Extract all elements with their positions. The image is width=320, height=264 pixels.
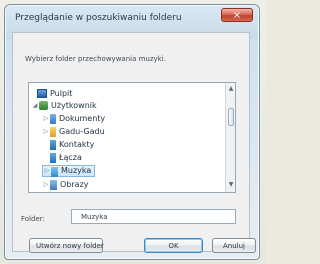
expand-arrow-icon[interactable]: ▷ <box>42 113 50 125</box>
tree-item-gadu-gadu[interactable]: ▷ Gadu-Gadu <box>42 126 105 138</box>
cancel-button[interactable]: Anuluj <box>212 238 256 253</box>
links-folder-icon <box>50 153 56 163</box>
folder-tree-list: Pulpit ◢ Użytkownik ▷ Dokumenty ▷ Gadu-Gadu… <box>29 83 225 192</box>
close-button[interactable]: × <box>221 8 253 22</box>
close-icon: × <box>232 10 242 21</box>
tree-item-label: Łącza <box>59 153 82 162</box>
browse-folder-dialog: Przeglądanie w poszukiwaniu folderu × Wy… <box>4 4 260 260</box>
scroll-thumb[interactable] <box>228 108 234 126</box>
tree-item-obrazy[interactable]: ▷ Obrazy <box>42 179 89 191</box>
screenshot-background: Przeglądanie w poszukiwaniu folderu × Wy… <box>0 0 266 264</box>
new-folder-button[interactable]: Utwórz nowy folder <box>29 238 104 253</box>
folder-name-input[interactable] <box>71 209 236 224</box>
tree-item-label: Obrazy <box>60 180 89 189</box>
tree-item-label: Gadu-Gadu <box>59 127 105 136</box>
folder-icon <box>50 127 56 137</box>
tree-item-label: Kontakty <box>59 140 95 149</box>
tree-item-uzytkownik[interactable]: ◢ Użytkownik <box>31 100 97 112</box>
instruction-text: Wybierz folder przechowywania muzyki. <box>25 55 166 63</box>
folder-label: Folder: <box>21 215 45 223</box>
expand-arrow-icon[interactable]: ▷ <box>43 166 51 176</box>
collapse-arrow-icon[interactable]: ◢ <box>31 100 39 112</box>
tree-item-label: Muzyka <box>61 166 92 175</box>
tree-item-pulpit[interactable]: Pulpit <box>37 88 72 100</box>
folder-tree[interactable]: Pulpit ◢ Użytkownik ▷ Dokumenty ▷ Gadu-Gadu… <box>28 82 236 193</box>
pictures-folder-icon <box>50 180 57 190</box>
ok-button[interactable]: OK <box>144 238 203 253</box>
tree-scrollbar[interactable]: ▲ ▼ <box>225 83 235 192</box>
titlebar[interactable]: Przeglądanie w poszukiwaniu folderu × <box>5 5 259 32</box>
tree-item-muzyka[interactable]: ▷ Muzyka <box>42 165 96 177</box>
contacts-folder-icon <box>50 140 56 150</box>
tree-item-label: Pulpit <box>50 89 73 98</box>
expand-arrow-icon[interactable]: ▷ <box>42 126 50 138</box>
scroll-up-icon[interactable]: ▲ <box>227 84 235 94</box>
user-folder-icon <box>39 101 48 110</box>
tree-item-label: Dokumenty <box>59 114 106 123</box>
scroll-down-icon[interactable]: ▼ <box>227 180 235 190</box>
documents-folder-icon <box>50 114 56 124</box>
expand-arrow-icon[interactable]: ▷ <box>42 179 50 191</box>
tree-item-label: Użytkownik <box>51 101 97 110</box>
dialog-content: Wybierz folder przechowywania muzyki. Pu… <box>12 32 256 253</box>
tree-item-lacza[interactable]: Łącza <box>50 152 82 164</box>
tree-item-dokumenty[interactable]: ▷ Dokumenty <box>42 113 105 125</box>
desktop-icon <box>37 89 47 98</box>
tree-item-kontakty[interactable]: Kontakty <box>50 139 94 151</box>
dialog-title: Przeglądanie w poszukiwaniu folderu <box>15 13 182 23</box>
music-folder-icon <box>51 167 58 177</box>
